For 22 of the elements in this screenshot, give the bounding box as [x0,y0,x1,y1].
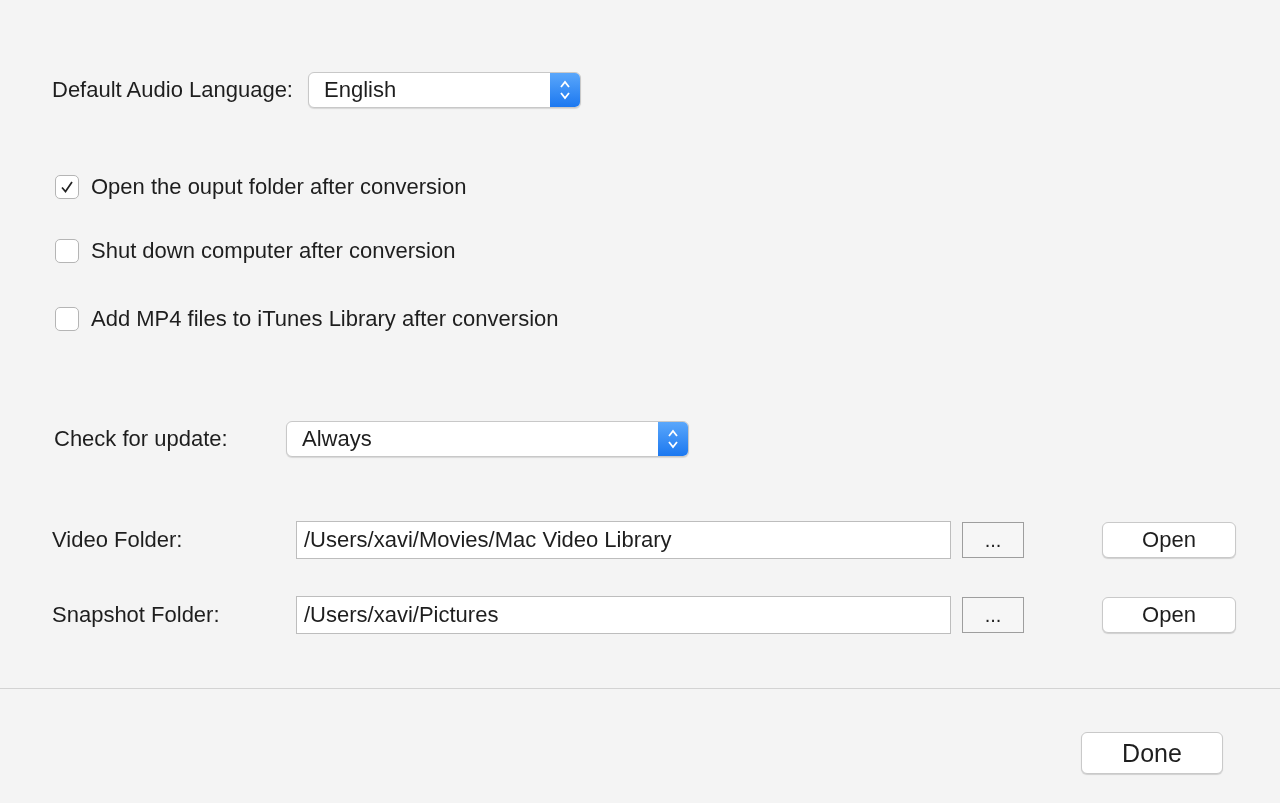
done-button[interactable]: Done [1081,732,1223,774]
open-button[interactable]: Open [1102,597,1236,633]
checkbox-label[interactable]: Open the ouput folder after conversion [91,174,467,200]
browse-button[interactable]: ... [962,522,1024,558]
checkbox[interactable] [55,175,79,199]
checkbox[interactable] [55,307,79,331]
checkmark-icon [60,180,74,194]
folder-path-field[interactable]: /Users/xavi/Pictures [296,596,951,634]
folder-path-field[interactable]: /Users/xavi/Movies/Mac Video Library [296,521,951,559]
dropdown[interactable]: Always [286,421,689,457]
field-label: Check for update: [54,426,229,452]
up-down-chevron-icon [559,79,571,101]
field-label: Video Folder: [52,527,184,553]
checkbox-label[interactable]: Shut down computer after conversion [91,238,456,264]
field-label: Default Audio Language: [52,77,293,103]
dropdown[interactable]: English [308,72,581,108]
field-label: Snapshot Folder: [52,602,221,628]
checkbox-label[interactable]: Add MP4 files to iTunes Library after conversion [91,306,559,332]
browse-button[interactable]: ... [962,597,1024,633]
up-down-chevron-icon [667,428,679,450]
checkbox[interactable] [55,239,79,263]
open-button[interactable]: Open [1102,522,1236,558]
